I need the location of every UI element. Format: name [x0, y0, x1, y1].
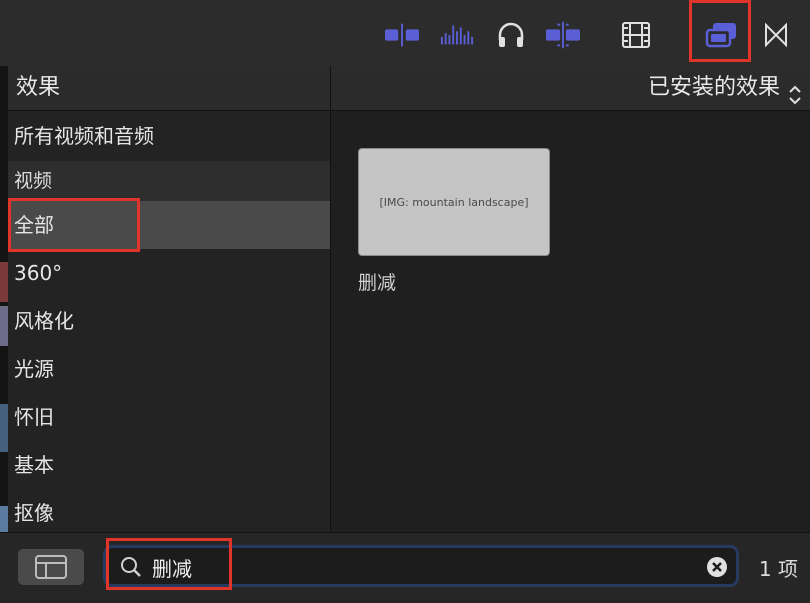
headphones-icon[interactable] — [494, 18, 528, 52]
sidebar-item-light[interactable]: 光源 — [8, 345, 330, 393]
filter-popup[interactable]: 已安装的效果 — [331, 66, 810, 111]
sidebar-section-video: 视频 — [8, 161, 330, 201]
effect-thumbnail[interactable]: [IMG: mountain landscape] — [358, 148, 550, 256]
split-audio-icon[interactable] — [385, 18, 419, 52]
strip-thumbnail — [0, 306, 8, 346]
annotation-highlight-effects-button — [689, 0, 751, 62]
annotation-highlight-all-item — [8, 198, 140, 252]
waveform-icon[interactable] — [440, 18, 474, 52]
strip-thumbnail — [0, 404, 8, 452]
sidebar-item-keying[interactable]: 抠像 — [8, 489, 330, 537]
result-count: 1 项 — [758, 557, 798, 581]
annotation-highlight-search — [106, 538, 232, 590]
effects-sidebar: 效果 所有视频和音频 视频 全部 360° 风格化 光源 怀旧 基本 抠像 — [8, 66, 331, 532]
skimming-icon[interactable] — [546, 18, 580, 52]
sidebar-item-stylize[interactable]: 风格化 — [8, 297, 330, 345]
effects-browser: 已安装的效果 [IMG: mountain landscape] 删减 — [331, 66, 810, 532]
sidebar-title: 效果 — [8, 66, 330, 111]
chevron-updown-icon — [788, 78, 802, 122]
sidebar-item-360[interactable]: 360° — [8, 249, 330, 297]
timeline-strip — [0, 66, 8, 532]
clear-icon[interactable] — [706, 556, 728, 582]
transitions-icon[interactable] — [759, 18, 793, 52]
effect-label[interactable]: 删减 — [358, 268, 396, 295]
sidebar-item-all-video-audio[interactable]: 所有视频和音频 — [8, 111, 330, 161]
strip-thumbnail — [0, 506, 8, 532]
strip-thumbnail — [0, 262, 8, 302]
sidebar-item-retro[interactable]: 怀旧 — [8, 393, 330, 441]
sidebar-toggle-button[interactable] — [18, 549, 84, 585]
sidebar-item-basics[interactable]: 基本 — [8, 441, 330, 489]
sidebar-toggle-icon — [35, 555, 67, 579]
filter-label: 已安装的效果 — [647, 75, 780, 100]
filmstrip-icon[interactable] — [619, 18, 653, 52]
search-input[interactable] — [152, 554, 692, 580]
